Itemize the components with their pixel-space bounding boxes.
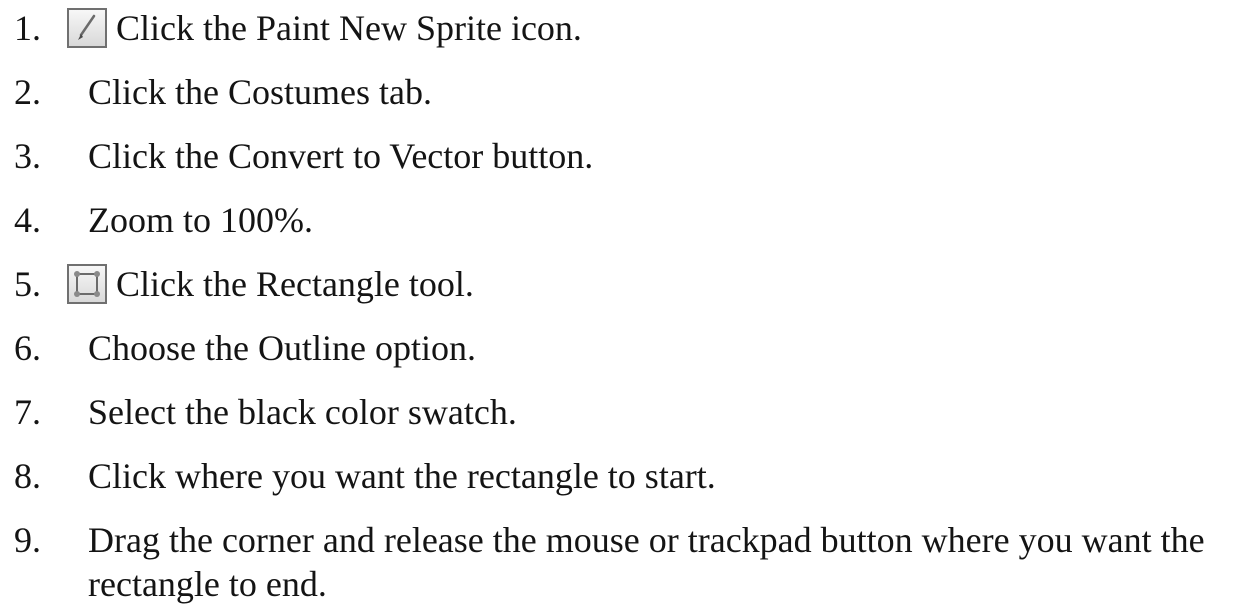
step-text: Select the black color swatch.	[88, 392, 517, 432]
step-9: 9. Drag the corner and release the mouse…	[0, 518, 1256, 610]
step-number: 1.	[14, 8, 41, 48]
paintbrush-icon	[67, 8, 107, 48]
step-number: 3.	[14, 136, 41, 176]
step-number: 9.	[14, 520, 41, 560]
rectangle-tool-icon	[67, 264, 107, 304]
step-number: 2.	[14, 72, 41, 112]
step-text: Click where you want the rectangle to st…	[88, 456, 716, 496]
step-number: 7.	[14, 392, 41, 432]
step-text: Choose the Outline option.	[88, 328, 476, 368]
step-text: Click the Paint New Sprite icon.	[116, 8, 582, 48]
step-text-continued: rectangle to end.	[88, 564, 327, 604]
step-text: Click the Costumes tab.	[88, 72, 432, 112]
step-number: 6.	[14, 328, 41, 368]
step-text: Zoom to 100%.	[88, 200, 313, 240]
step-number: 4.	[14, 200, 41, 240]
step-text: Click the Convert to Vector button.	[88, 136, 594, 176]
step-number: 5.	[14, 264, 41, 304]
step-number: 8.	[14, 456, 41, 496]
step-text: Click the Rectangle tool.	[116, 264, 474, 304]
step-text: Drag the corner and release the mouse or…	[88, 520, 1205, 560]
